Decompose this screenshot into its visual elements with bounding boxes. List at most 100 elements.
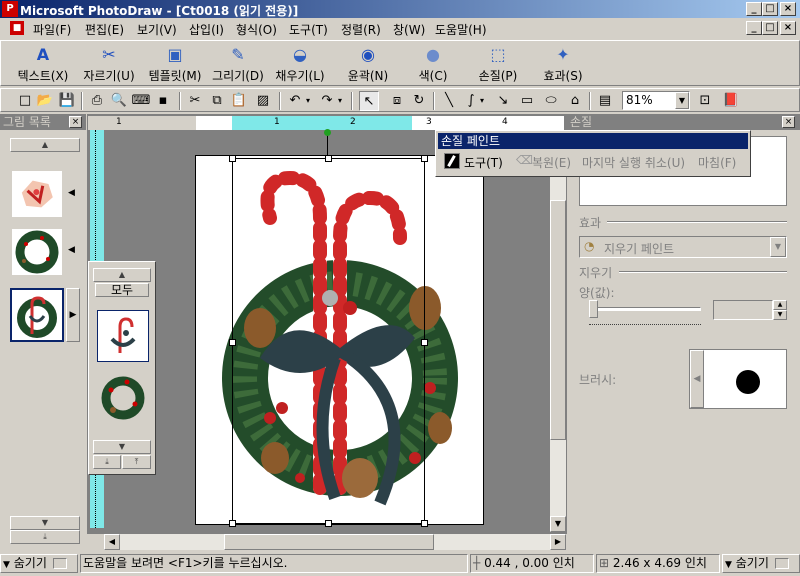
pointer-icon[interactable]: ↖ xyxy=(359,91,379,111)
brush-selector[interactable]: ◀ xyxy=(689,349,787,409)
brush-prev-icon[interactable]: ◀ xyxy=(690,350,704,408)
zoom-combo[interactable]: 81% ▼ xyxy=(622,91,690,110)
resize-handle[interactable] xyxy=(421,520,428,527)
group-icon[interactable]: ⧈ xyxy=(387,91,407,111)
close-icon[interactable]: × xyxy=(782,116,795,128)
vertical-scroll-thumb[interactable] xyxy=(550,200,566,440)
amount-slider-thumb[interactable] xyxy=(589,300,598,318)
resize-handle[interactable] xyxy=(229,339,236,346)
flyout-thumbnail-1[interactable] xyxy=(97,310,149,362)
text-button[interactable]: A 텍스트(X) xyxy=(5,41,81,87)
thumbnail-3-selected[interactable] xyxy=(10,288,64,342)
photodraw-icon[interactable]: P xyxy=(2,1,18,17)
open-icon[interactable]: 📂 xyxy=(35,91,55,111)
horizontal-scrollbar[interactable]: ◀ ▶ xyxy=(104,534,566,550)
flyout-scroll-bottom-button[interactable]: ⤓ xyxy=(93,455,121,469)
menu-insert[interactable]: 삽입(I) xyxy=(189,21,224,38)
menu-help[interactable]: 도움말(H) xyxy=(435,21,487,38)
new-icon[interactable]: □ xyxy=(15,91,35,111)
crop-button[interactable]: ✂ 자르기(U) xyxy=(71,41,147,87)
paste-icon[interactable]: 📋 xyxy=(229,91,249,111)
minimize-button[interactable]: _ xyxy=(746,2,762,16)
resize-handle[interactable] xyxy=(421,339,428,346)
resize-handle[interactable] xyxy=(325,155,332,162)
fit-view-icon[interactable]: ⊡ xyxy=(695,91,715,111)
close-button[interactable]: × xyxy=(780,2,796,16)
chevron-down-icon[interactable]: ▼ xyxy=(675,92,689,109)
vertical-scrollbar[interactable]: ▲ ▼ xyxy=(550,130,566,532)
picture-list-icon[interactable]: ▤ xyxy=(595,91,615,111)
arrow-icon[interactable]: ↘ xyxy=(493,91,513,111)
thumbnail-1-arrow-icon[interactable]: ◀ xyxy=(68,188,75,198)
print-icon[interactable]: ⎙ xyxy=(87,91,107,111)
spin-down-icon[interactable]: ▼ xyxy=(773,310,787,320)
copy-icon[interactable]: ⧉ xyxy=(207,91,227,111)
camera-icon[interactable]: ▪ xyxy=(153,91,173,111)
flyout-all-button[interactable]: 모두 xyxy=(95,283,149,297)
resize-handle[interactable] xyxy=(229,155,236,162)
title-bar[interactable]: P Microsoft PhotoDraw - [Ct0018 (읽기 전용)]… xyxy=(0,0,800,18)
maximize-button[interactable]: □ xyxy=(762,2,778,16)
hide-right-button[interactable]: ▼ 숨기기 xyxy=(722,554,800,573)
scroll-right-icon[interactable]: ▶ xyxy=(550,534,566,550)
scan-icon[interactable]: ⌨ xyxy=(131,91,151,111)
ellipse-icon[interactable]: ⬭ xyxy=(541,91,561,111)
effect-select[interactable]: ◔ 지우기 페인트 ▼ xyxy=(579,236,787,258)
flyout-scroll-up-button[interactable]: ▲ xyxy=(93,268,151,282)
format-painter-icon[interactable]: ▨ xyxy=(253,91,273,111)
menu-format[interactable]: 형식(O) xyxy=(236,21,277,38)
line-icon[interactable]: ╲ xyxy=(439,91,459,111)
amount-slider[interactable] xyxy=(589,300,701,318)
rectangle-icon[interactable]: ▭ xyxy=(517,91,537,111)
menu-arrange[interactable]: 정렬(R) xyxy=(341,21,381,38)
undo-icon[interactable]: ↶ xyxy=(285,91,305,111)
horizontal-scroll-thumb[interactable] xyxy=(224,534,434,550)
flyout-scroll-down-button[interactable]: ▼ xyxy=(93,440,151,454)
thumbnail-2-arrow-icon[interactable]: ◀ xyxy=(68,245,75,255)
scroll-up-button[interactable]: ▲ xyxy=(10,138,80,152)
horizontal-ruler[interactable]: 1 1 2 3 4 xyxy=(104,116,564,130)
scroll-bottom-button[interactable]: ⤓ xyxy=(10,530,80,544)
help-book-icon[interactable]: 📕 xyxy=(721,91,741,111)
flyout-scroll-top-button[interactable]: ⤒ xyxy=(122,455,151,469)
thumbnail-1[interactable] xyxy=(12,171,62,217)
doc-close-button[interactable]: × xyxy=(780,21,796,35)
selection-box[interactable] xyxy=(229,129,428,527)
close-icon[interactable]: × xyxy=(69,116,82,128)
scroll-down-icon[interactable]: ▼ xyxy=(550,516,566,532)
chevron-down-icon[interactable]: ▼ xyxy=(770,237,786,257)
print-preview-icon[interactable]: 🔍 xyxy=(109,91,129,111)
cut-icon[interactable]: ✂ xyxy=(185,91,205,111)
shape-icon[interactable]: ⌂ xyxy=(565,91,585,111)
menu-tools[interactable]: 도구(T) xyxy=(289,21,328,38)
fill-button[interactable]: ◒ 채우기(L) xyxy=(262,41,338,87)
hide-left-button[interactable]: ▼ 숨기기 xyxy=(0,554,78,573)
resize-handle[interactable] xyxy=(325,520,332,527)
menu-edit[interactable]: 편집(E) xyxy=(85,21,124,38)
rotate-icon[interactable]: ↻ xyxy=(409,91,429,111)
spin-up-icon[interactable]: ▲ xyxy=(773,300,787,310)
redo-icon[interactable]: ↷ xyxy=(317,91,337,111)
menu-view[interactable]: 보기(V) xyxy=(137,21,177,38)
document-icon[interactable]: ■ xyxy=(10,21,24,35)
menu-window[interactable]: 창(W) xyxy=(393,21,425,38)
undo-dropdown-icon[interactable]: ▾ xyxy=(303,91,313,111)
resize-handle[interactable] xyxy=(229,520,236,527)
flyout-thumbnail-2[interactable] xyxy=(97,372,149,424)
menu-item-restore[interactable]: 복원(E) xyxy=(532,154,571,171)
thumbnail-2[interactable] xyxy=(12,229,62,275)
scroll-down-button[interactable]: ▼ xyxy=(10,516,80,530)
resize-handle[interactable] xyxy=(421,155,428,162)
doc-restore-button[interactable]: □ xyxy=(762,21,778,35)
save-icon[interactable]: 💾 xyxy=(57,91,77,111)
amount-value-field[interactable] xyxy=(713,300,773,320)
redo-dropdown-icon[interactable]: ▾ xyxy=(335,91,345,111)
curve-dropdown-icon[interactable]: ▾ xyxy=(477,91,487,111)
doc-minimize-button[interactable]: _ xyxy=(746,21,762,35)
menu-file[interactable]: 파일(F) xyxy=(33,21,71,38)
flyout-toggle[interactable]: ▶ xyxy=(66,288,80,342)
menu-item-tool[interactable]: 도구(T) xyxy=(464,154,503,171)
menu-item-undo-last[interactable]: 마지막 실행 취소(U) xyxy=(582,154,685,171)
menu-item-finish[interactable]: 마침(F) xyxy=(698,154,736,171)
effects-button[interactable]: ✦ 효과(S) xyxy=(525,41,601,87)
